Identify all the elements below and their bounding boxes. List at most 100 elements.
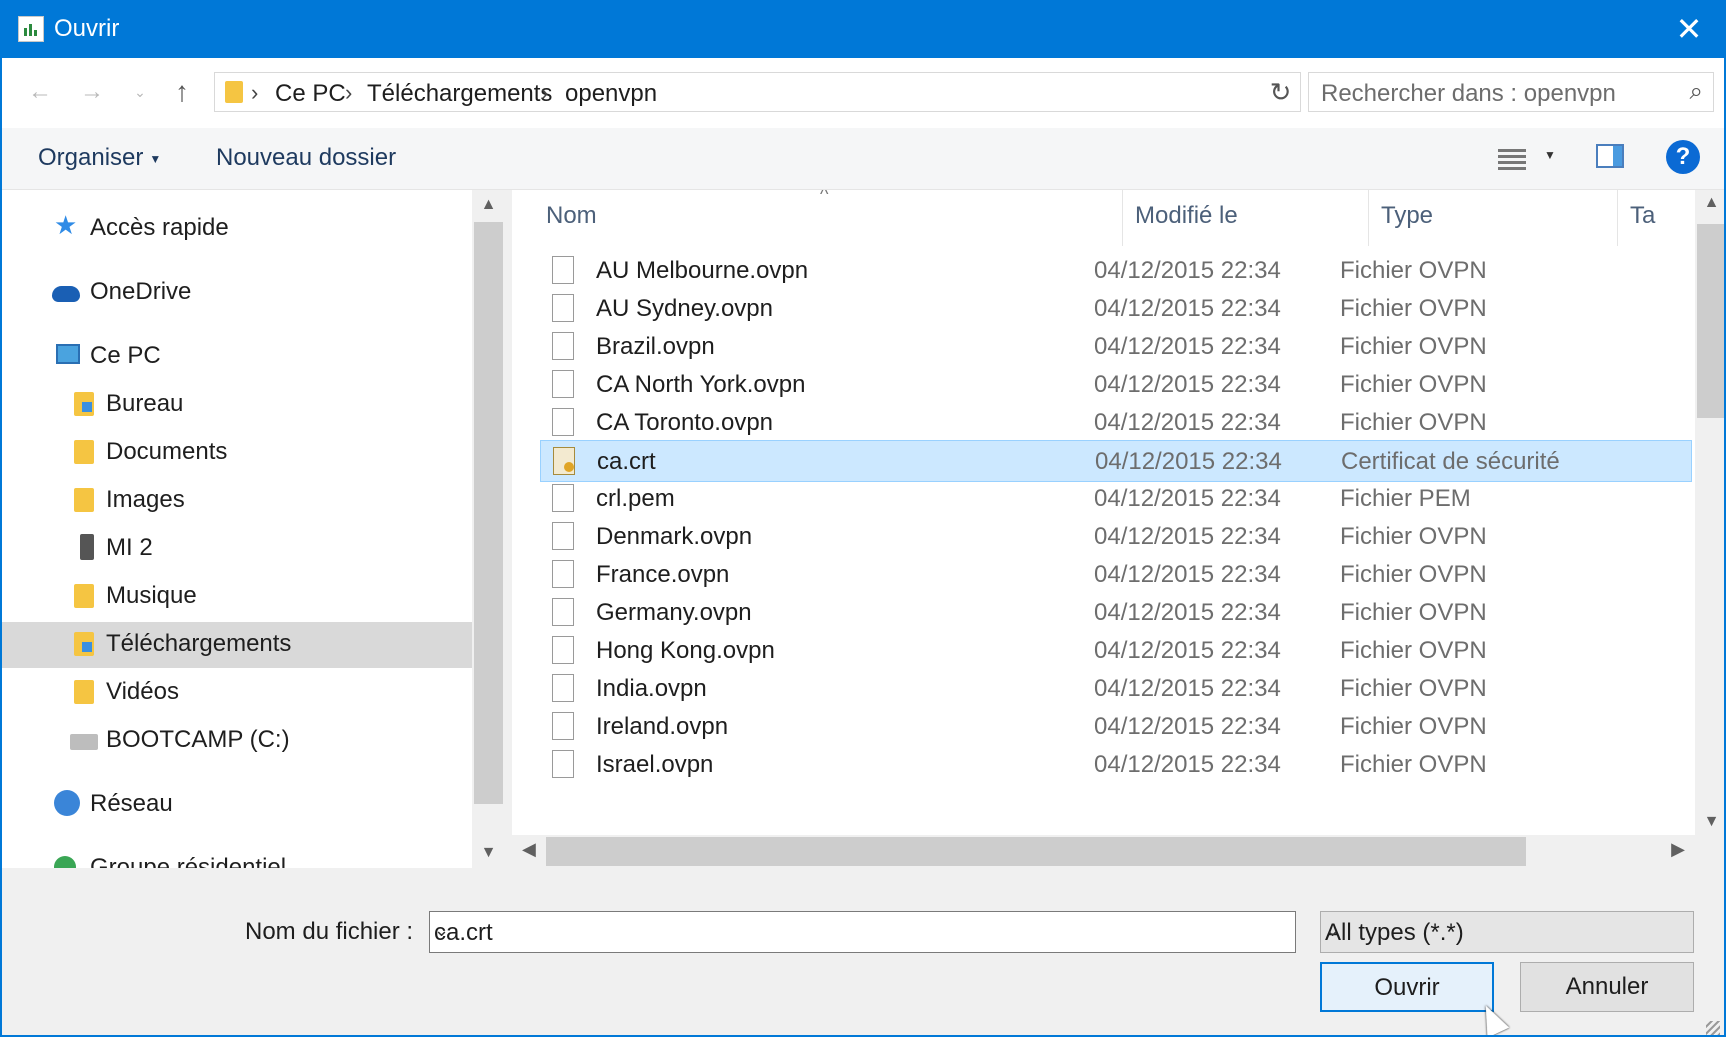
file-row[interactable]: AU Melbourne.ovpn 04/12/2015 22:34 Fichier… (540, 250, 1692, 292)
view-options-icon[interactable] (1498, 146, 1526, 170)
file-row[interactable]: ca.crt 04/12/2015 22:34 Certificat de sécu… (540, 440, 1692, 482)
organize-menu[interactable]: Organiser ▼ (38, 144, 161, 172)
vertical-scrollbar-thumb[interactable] (1697, 224, 1724, 418)
column-header-name[interactable]: Nom (512, 190, 1122, 246)
resize-grip-icon[interactable] (1706, 1021, 1720, 1035)
scroll-up-arrow-icon[interactable]: ▲ (1695, 194, 1724, 212)
file-list-horizontal-scrollbar[interactable]: ◀ ▶ (512, 835, 1695, 868)
file-row[interactable]: Israel.ovpn 04/12/2015 22:34 Fichier OVPN (540, 744, 1692, 786)
file-row[interactable]: CA Toronto.ovpn 04/12/2015 22:34 Fichier O… (540, 402, 1692, 444)
nav-item-quick-access[interactable]: ★ Accès rapide (2, 206, 472, 252)
file-list: ^ Nom Modifié le Type Ta AU Melbourne.ov… (512, 190, 1695, 835)
file-row[interactable]: Brazil.ovpn 04/12/2015 22:34 Fichier OVPN (540, 326, 1692, 368)
file-row[interactable]: Hong Kong.ovpn 04/12/2015 22:34 Fichier OV… (540, 630, 1692, 672)
music-folder-icon (74, 584, 94, 608)
breadcrumb-openvpn[interactable]: openvpn (565, 80, 657, 108)
scroll-right-arrow-icon[interactable]: ▶ (1671, 839, 1685, 860)
view-options-caret-icon[interactable]: ▼ (1544, 148, 1556, 162)
breadcrumb-separator-icon[interactable]: › (251, 80, 258, 106)
file-icon (552, 370, 574, 398)
scroll-left-arrow-icon[interactable]: ◀ (522, 839, 536, 860)
file-type: Fichier OVPN (1340, 599, 1487, 626)
file-row[interactable]: crl.pem 04/12/2015 22:34 Fichier PEM (540, 478, 1692, 520)
file-type: Fichier OVPN (1340, 751, 1487, 778)
search-placeholder: Rechercher dans : openvpn (1321, 80, 1616, 107)
file-type: Fichier OVPN (1340, 637, 1487, 664)
window-title: Ouvrir (54, 15, 120, 42)
new-folder-button[interactable]: Nouveau dossier (216, 144, 396, 172)
filename-input[interactable]: ca.crt ⌄ (429, 911, 1296, 953)
back-arrow-icon[interactable]: ← (20, 72, 60, 112)
nav-item-music[interactable]: Musique (2, 574, 472, 620)
nav-item-this-pc[interactable]: Ce PC (2, 334, 472, 380)
nav-item-desktop[interactable]: Bureau (2, 382, 472, 428)
nav-scrollbar[interactable]: ▲ ▼ (472, 190, 505, 868)
nav-item-network[interactable]: Réseau (2, 782, 472, 828)
file-row[interactable]: Germany.ovpn 04/12/2015 22:34 Fichier OVPN (540, 592, 1692, 634)
open-file-dialog: Ouvrir ✕ ← → ⌄ ↑ › Ce PC › Téléchargemen… (0, 0, 1726, 1037)
file-icon (552, 560, 574, 588)
horizontal-scrollbar-thumb[interactable] (546, 837, 1526, 866)
nav-item-homegroup[interactable]: Groupe résidentiel (2, 846, 472, 868)
help-icon[interactable]: ? (1666, 140, 1700, 174)
open-button[interactable]: Ouvrir (1320, 962, 1494, 1012)
file-row[interactable]: France.ovpn 04/12/2015 22:34 Fichier OVPN (540, 554, 1692, 596)
scroll-down-arrow-icon[interactable]: ▼ (1695, 813, 1724, 831)
dialog-footer: Nom du fichier : ca.crt ⌄ All types (*.*… (2, 868, 1724, 1035)
breadcrumb-separator-icon[interactable]: › (345, 80, 352, 106)
file-type: Fichier OVPN (1340, 371, 1487, 398)
refresh-icon[interactable]: ↻ (1261, 72, 1301, 112)
downloads-folder-icon (74, 632, 94, 656)
breadcrumb-downloads[interactable]: Téléchargements (367, 80, 552, 108)
file-name: ca.crt (597, 448, 656, 475)
column-header-modified[interactable]: Modifié le (1123, 190, 1368, 246)
file-name: CA Toronto.ovpn (596, 409, 774, 436)
breadcrumb-separator-icon[interactable]: › (541, 80, 548, 106)
file-icon (552, 598, 574, 626)
breadcrumb-this-pc[interactable]: Ce PC (275, 80, 346, 108)
nav-scrollbar-thumb[interactable] (474, 222, 503, 804)
nav-item-downloads[interactable]: Téléchargements (2, 622, 472, 668)
nav-item-mi2[interactable]: MI 2 (2, 526, 472, 572)
nav-item-videos[interactable]: Vidéos (2, 670, 472, 716)
column-header-type[interactable]: Type (1369, 190, 1617, 246)
nav-item-onedrive[interactable]: OneDrive (2, 270, 472, 316)
column-header-size[interactable]: Ta (1618, 190, 1695, 246)
file-name: Denmark.ovpn (596, 523, 753, 550)
filetype-select[interactable]: All types (*.*) ⌄ (1320, 911, 1694, 953)
file-type: Fichier OVPN (1340, 295, 1487, 322)
file-name: France.ovpn (596, 561, 730, 588)
recent-locations-chevron-icon[interactable]: ⌄ (120, 72, 160, 112)
file-row[interactable]: AU Sydney.ovpn 04/12/2015 22:34 Fichier OV… (540, 288, 1692, 330)
file-row[interactable]: India.ovpn 04/12/2015 22:34 Fichier OVPN (540, 668, 1692, 710)
search-icon[interactable]: ⌕ (1690, 78, 1703, 106)
nav-item-label: Réseau (90, 790, 173, 817)
cancel-button[interactable]: Annuler (1520, 962, 1694, 1012)
filename-label: Nom du fichier : (245, 918, 414, 945)
nav-item-documents[interactable]: Documents (2, 430, 472, 476)
file-row[interactable]: Denmark.ovpn 04/12/2015 22:34 Fichier OVPN (540, 516, 1692, 558)
file-modified: 04/12/2015 22:34 (1094, 333, 1281, 360)
videos-folder-icon (74, 680, 94, 704)
nav-item-pictures[interactable]: Images (2, 478, 472, 524)
file-icon (552, 522, 574, 550)
filename-history-chevron-icon[interactable]: ⌄ (434, 920, 1287, 941)
pane-splitter[interactable] (505, 190, 512, 868)
scroll-down-arrow-icon[interactable]: ▼ (472, 844, 505, 862)
close-button[interactable]: ✕ (1654, 2, 1724, 58)
caret-down-icon: ▼ (149, 151, 162, 166)
search-box[interactable]: Rechercher dans : openvpn ⌕ (1308, 72, 1714, 112)
preview-pane-icon[interactable] (1596, 144, 1624, 168)
up-arrow-icon[interactable]: ↑ (162, 72, 202, 112)
phone-icon (80, 534, 94, 560)
file-list-vertical-scrollbar[interactable]: ▲ ▼ (1695, 190, 1724, 835)
forward-arrow-icon[interactable]: → (72, 72, 112, 112)
address-bar[interactable]: › Ce PC › Téléchargements › openvpn ⌄ (214, 72, 1294, 112)
file-row[interactable]: Ireland.ovpn 04/12/2015 22:34 Fichier OVPN (540, 706, 1692, 748)
nav-item-bootcamp[interactable]: BOOTCAMP (C:) (2, 718, 472, 764)
scroll-up-arrow-icon[interactable]: ▲ (472, 196, 505, 214)
file-name: CA North York.ovpn (596, 371, 806, 398)
organize-label: Organiser (38, 144, 144, 171)
nav-item-label: Groupe résidentiel (90, 854, 287, 868)
file-row[interactable]: CA North York.ovpn 04/12/2015 22:34 Fichie… (540, 364, 1692, 406)
